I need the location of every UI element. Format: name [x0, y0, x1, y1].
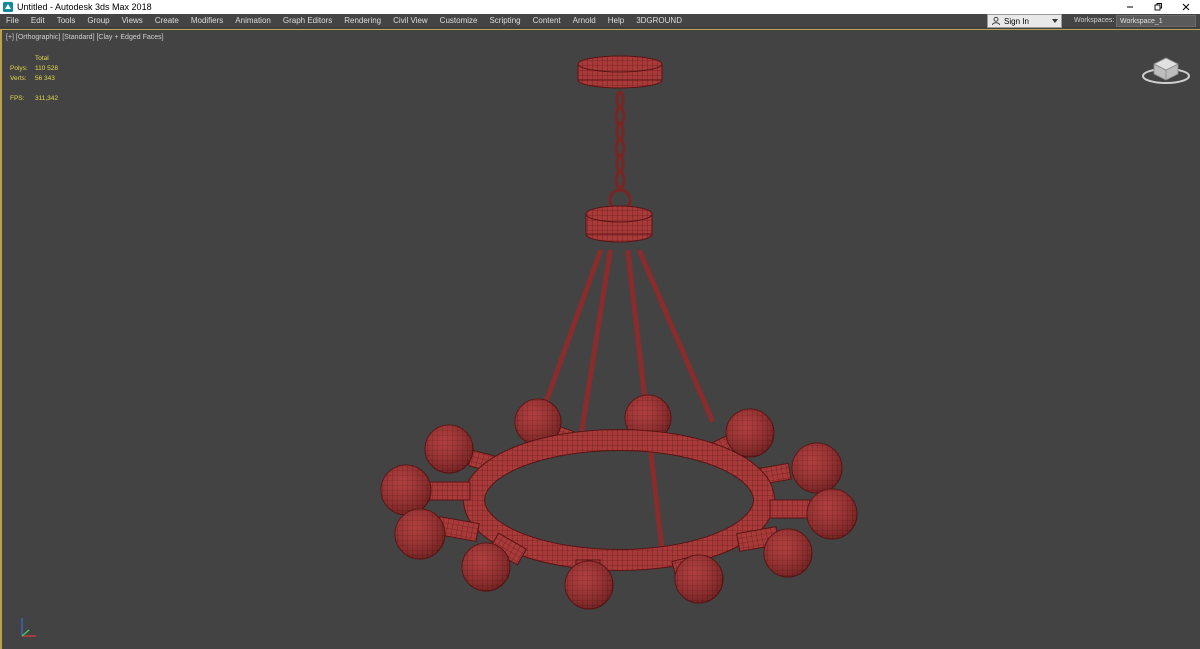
menu-tools[interactable]: Tools	[51, 14, 82, 28]
chevron-down-icon	[1052, 19, 1058, 23]
menu-animation[interactable]: Animation	[229, 14, 277, 28]
sign-in-label: Sign In	[1004, 16, 1029, 26]
sign-in-dropdown[interactable]: Sign In	[987, 14, 1062, 28]
menu-graph-editors[interactable]: Graph Editors	[277, 14, 338, 28]
menu-arnold[interactable]: Arnold	[567, 14, 602, 28]
workspace-select[interactable]: Workspace_1	[1116, 15, 1196, 27]
ring	[463, 429, 775, 571]
stats-header: Total	[35, 55, 49, 62]
title-bar: Untitled - Autodesk 3ds Max 2018	[0, 0, 1200, 14]
hub	[585, 205, 653, 243]
minimize-button[interactable]	[1116, 0, 1144, 14]
menu-group[interactable]: Group	[81, 14, 115, 28]
restore-button[interactable]	[1144, 0, 1172, 14]
menu-content[interactable]: Content	[527, 14, 567, 28]
window-controls	[1116, 0, 1200, 14]
polys-value: 110 528	[35, 65, 59, 72]
axis-tripod-icon	[21, 618, 36, 637]
menu-help[interactable]: Help	[602, 14, 630, 28]
fps-label: FPS:	[10, 95, 25, 102]
menu-rendering[interactable]: Rendering	[338, 14, 387, 28]
chain	[608, 90, 632, 212]
fps-value: 311,342	[35, 95, 59, 102]
verts-value: 56 343	[35, 75, 55, 82]
menu-views[interactable]: Views	[116, 14, 149, 28]
viewport-orthographic[interactable]: [+] [Orthographic] [Standard] [Clay + Ed…	[0, 29, 1200, 649]
menu-scripting[interactable]: Scripting	[483, 14, 526, 28]
user-icon	[992, 16, 1000, 26]
menu-file[interactable]: File	[0, 14, 25, 28]
minimize-icon	[1127, 6, 1133, 8]
verts-label: Verts:	[10, 75, 27, 82]
scene-statistics: Total Polys: 110 528 Verts: 56 343 FPS: 311…	[10, 54, 58, 104]
viewcube-icon[interactable]	[1140, 50, 1192, 88]
support-rods	[543, 249, 715, 553]
menu-3dground[interactable]: 3DGROUND	[630, 14, 688, 28]
3dsmax-icon	[3, 2, 13, 12]
ceiling-canopy	[577, 55, 663, 89]
window-title: Untitled - Autodesk 3ds Max 2018	[17, 2, 152, 12]
viewport-label[interactable]: [+] [Orthographic] [Standard] [Clay + Ed…	[6, 34, 164, 41]
menu-modifiers[interactable]: Modifiers	[185, 14, 229, 28]
workspaces-label: Workspaces:	[1074, 17, 1115, 24]
restore-icon	[1154, 3, 1162, 11]
bulbs-front	[380, 464, 858, 610]
close-icon	[1182, 3, 1190, 11]
menu-create[interactable]: Create	[149, 14, 185, 28]
menu-customize[interactable]: Customize	[434, 14, 484, 28]
close-button[interactable]	[1172, 0, 1200, 14]
menu-bar: File Edit Tools Group Views Create Modif…	[0, 14, 1200, 28]
polys-label: Polys:	[10, 65, 28, 72]
chandelier-model	[380, 55, 858, 610]
menu-edit[interactable]: Edit	[25, 14, 51, 28]
menu-civil-view[interactable]: Civil View	[387, 14, 434, 28]
